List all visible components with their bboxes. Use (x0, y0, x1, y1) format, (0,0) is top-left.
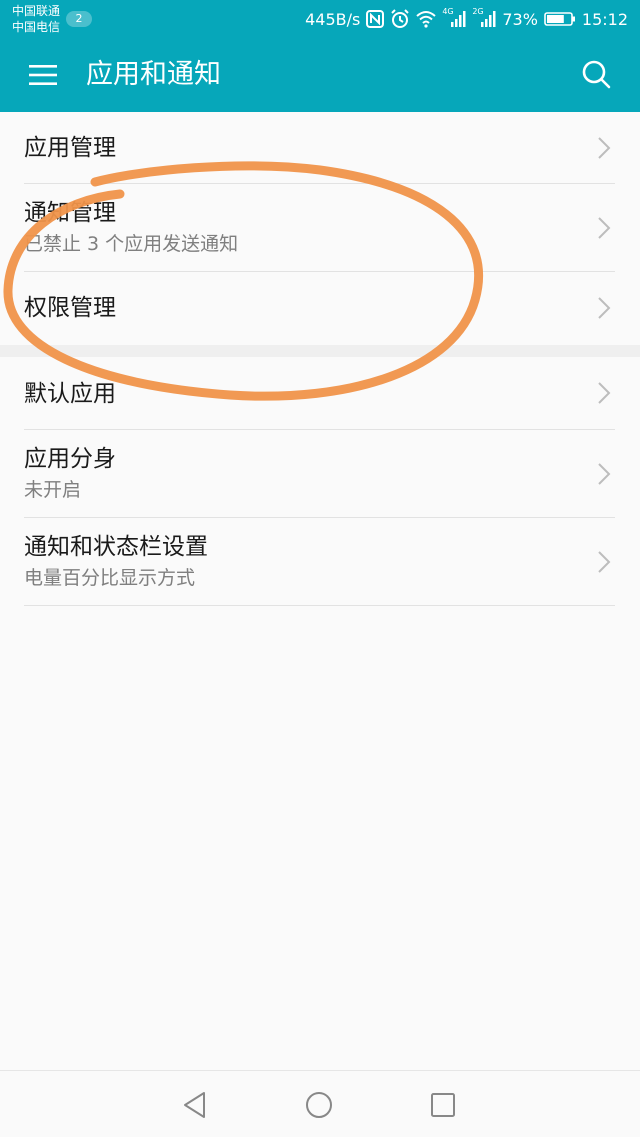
status-bar: 中国联通 中国电信 2 445B/s 4G 2G 73% 15:12 (0, 0, 640, 38)
battery-percent: 73% (502, 9, 538, 29)
list-item-title: 通知管理 (24, 200, 116, 226)
signal-1-icon: 4G (442, 7, 466, 29)
carrier-2: 中国电信 (12, 20, 61, 34)
list-item-notification-management[interactable]: 通知管理 已禁止 3 个应用发送通知 (24, 184, 615, 272)
list-item-subtitle: 已禁止 3 个应用发送通知 (24, 233, 239, 255)
menu-icon[interactable] (24, 57, 62, 93)
section-divider (0, 345, 640, 357)
list-item-title: 通知和状态栏设置 (24, 534, 208, 560)
list-item-app-twin[interactable]: 应用分身 未开启 (24, 430, 615, 518)
chevron-right-icon (598, 550, 611, 573)
chevron-right-icon (598, 382, 611, 404)
navigation-bar (0, 1070, 640, 1137)
carrier-badge: 2 (66, 11, 92, 27)
wifi-icon (416, 10, 436, 28)
list-item-subtitle: 电量百分比显示方式 (24, 567, 196, 589)
list-item-subtitle: 未开启 (24, 479, 82, 501)
recents-square-icon[interactable] (425, 1087, 461, 1123)
list-item-title: 默认应用 (24, 381, 116, 407)
settings-group-2: 默认应用 应用分身 未开启 通知和状态栏设置 电量百分比显示方式 (0, 357, 640, 606)
chevron-right-icon (598, 462, 611, 485)
alarm-icon (390, 9, 410, 29)
search-icon[interactable] (578, 56, 614, 92)
chevron-right-icon (598, 297, 611, 319)
page-title: 应用和通知 (86, 59, 221, 90)
chevron-right-icon (598, 216, 611, 239)
back-triangle-icon[interactable] (177, 1087, 213, 1123)
clock: 15:12 (581, 9, 628, 29)
screen: 中国联通 中国电信 2 445B/s 4G 2G 73% 15:12 应用和通知… (0, 0, 640, 1137)
settings-group-1: 应用管理 通知管理 已禁止 3 个应用发送通知 权限管理 (0, 112, 640, 344)
carrier-1: 中国联通 (12, 4, 61, 18)
list-item-notification-statusbar-settings[interactable]: 通知和状态栏设置 电量百分比显示方式 (24, 518, 615, 606)
list-item-title: 权限管理 (24, 295, 116, 321)
chevron-right-icon (598, 136, 611, 159)
app-toolbar: 应用和通知 (0, 38, 640, 112)
list-item-title: 应用管理 (24, 135, 116, 161)
list-item-title: 应用分身 (24, 446, 116, 472)
network-speed: 445B/s (305, 9, 361, 29)
battery-icon (544, 11, 576, 27)
signal-2-icon: 2G (472, 7, 496, 29)
status-icons: 445B/s 4G 2G 73% 15:12 (305, 0, 628, 38)
home-circle-icon[interactable] (301, 1087, 337, 1123)
list-item-permission-management[interactable]: 权限管理 (24, 272, 615, 344)
carrier-info: 中国联通 中国电信 (12, 3, 60, 35)
list-item-default-apps[interactable]: 默认应用 (24, 357, 615, 430)
list-item-app-management[interactable]: 应用管理 (24, 112, 615, 184)
nfc-icon (366, 10, 385, 28)
